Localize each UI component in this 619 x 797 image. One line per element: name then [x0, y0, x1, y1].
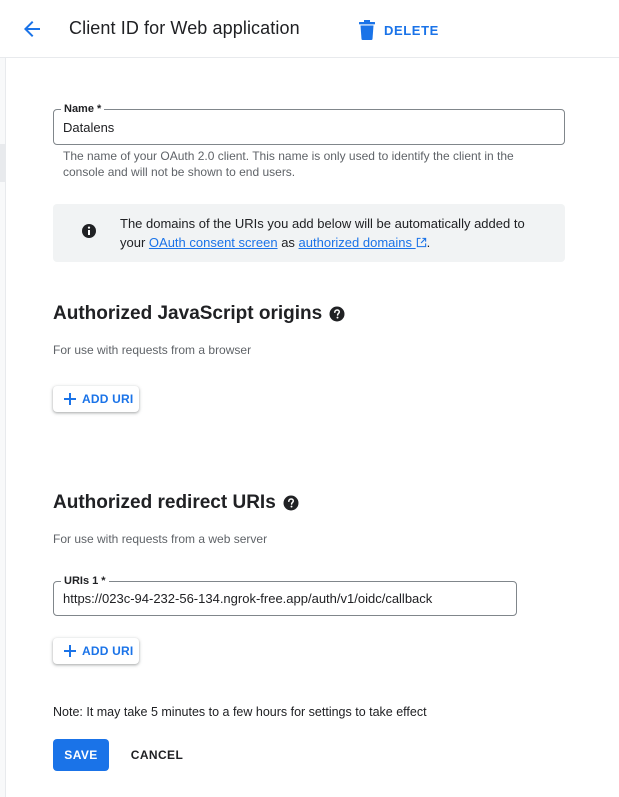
- info-text-part3: .: [426, 235, 431, 250]
- plus-icon: [64, 393, 76, 405]
- oauth-consent-screen-link[interactable]: OAuth consent screen: [149, 235, 278, 250]
- delete-label: DELETE: [384, 22, 439, 38]
- cancel-button[interactable]: CANCEL: [120, 739, 194, 771]
- help-icon[interactable]: [283, 495, 299, 511]
- add-redirect-uri-button[interactable]: ADD URI: [53, 638, 139, 664]
- delete-button[interactable]: DELETE: [358, 18, 439, 42]
- name-field: Name *: [53, 102, 565, 145]
- plus-icon: [64, 645, 76, 657]
- add-js-origin-button[interactable]: ADD URI: [53, 386, 139, 412]
- help-icon[interactable]: [329, 306, 345, 322]
- name-helper-text: The name of your OAuth 2.0 client. This …: [63, 149, 514, 179]
- add-uri-label: ADD URI: [82, 392, 134, 406]
- name-input[interactable]: [63, 110, 555, 144]
- info-text-part2: as: [281, 235, 295, 250]
- redirect-uri-input[interactable]: [63, 582, 507, 615]
- save-button[interactable]: SAVE: [53, 739, 109, 771]
- info-callout: The domains of the URIs you add below wi…: [53, 204, 565, 262]
- page-title: Client ID for Web application: [69, 18, 300, 38]
- arrow-back-icon: [24, 21, 40, 37]
- add-uri-label: ADD URI: [82, 644, 134, 658]
- redirect-uri-field: URIs 1 *: [53, 574, 517, 616]
- external-link-icon: [416, 237, 426, 248]
- trash-icon: [359, 20, 375, 40]
- js-origins-subtitle: For use with requests from a browser: [53, 343, 252, 357]
- back-button[interactable]: [20, 17, 44, 41]
- js-origins-title: Authorized JavaScript origins: [53, 303, 323, 324]
- page-header: Client ID for Web application DELETE: [0, 0, 619, 58]
- info-icon: [82, 224, 96, 238]
- redirect-uris-title: Authorized redirect URIs: [53, 492, 276, 513]
- authorized-domains-link[interactable]: authorized domains: [299, 235, 427, 250]
- left-rail-indicator: [0, 144, 6, 182]
- settings-note: Note: It may take 5 minutes to a few hou…: [53, 705, 427, 719]
- authorized-domains-label: authorized domains: [298, 235, 413, 250]
- info-text: The domains of the URIs you add below wi…: [120, 214, 550, 252]
- redirect-uris-subtitle: For use with requests from a web server: [53, 532, 268, 546]
